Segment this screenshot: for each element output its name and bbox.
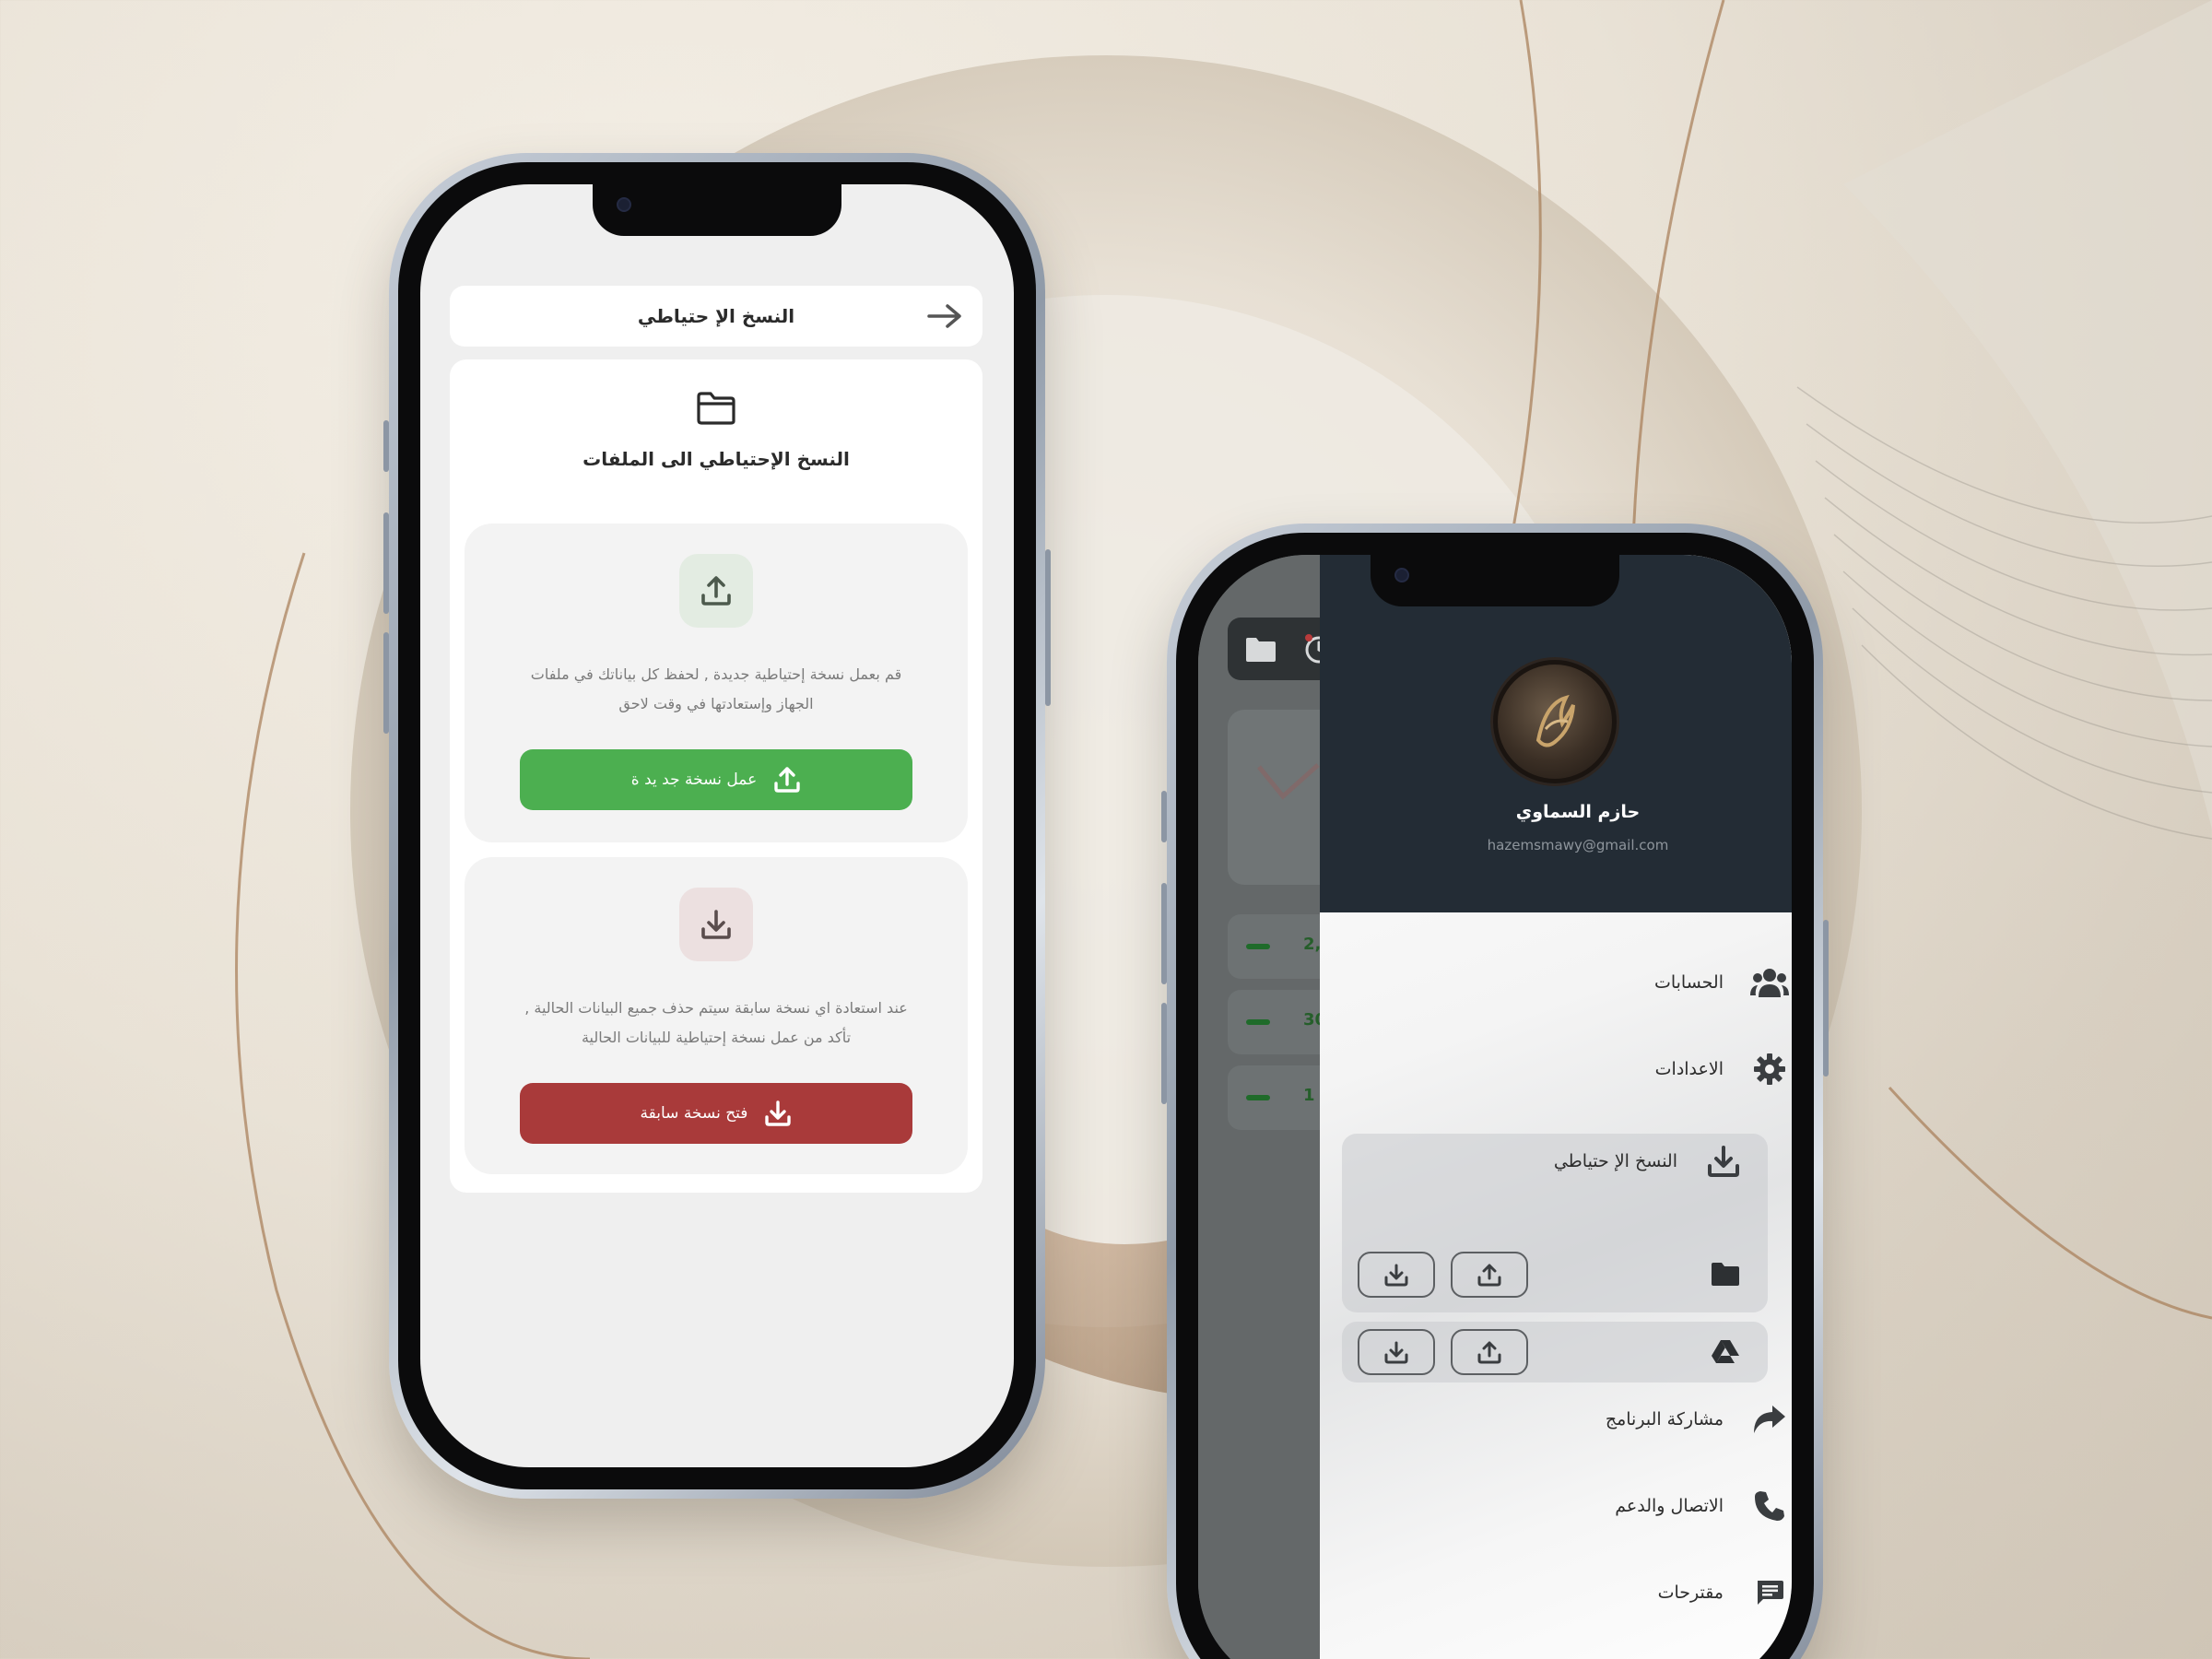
notch: [593, 184, 841, 236]
menu-item-label: مقترحات: [1657, 1583, 1724, 1603]
menu-item-accounts[interactable]: الحسابات: [1320, 955, 1792, 1010]
upload-icon: [1477, 1264, 1501, 1287]
camera-icon: [1394, 568, 1409, 582]
phone-icon: [1749, 1489, 1790, 1523]
create-backup-button[interactable]: عمل نسخة جد يد ة: [520, 749, 912, 810]
restore-backup-button[interactable]: فتح نسخة سابقة: [520, 1083, 912, 1144]
download-icon: [1703, 1145, 1744, 1178]
menu-item-label: مشاركة البرنامج: [1605, 1409, 1724, 1430]
phone-backup-screen: النسخ الإ حتياطي النسخ الإحتياطي الى الم…: [383, 153, 1051, 1499]
share-icon: [1749, 1404, 1790, 1435]
download-icon: [765, 1100, 792, 1126]
menu-item-label: الاعدادات: [1654, 1059, 1724, 1079]
drive-backup-upload-button[interactable]: [1451, 1329, 1528, 1375]
user-name: حازم السماوي: [1515, 802, 1641, 822]
google-drive-icon: [1711, 1338, 1740, 1368]
description-line: قم بعمل نسخة إحتياطية جديدة , لحفظ كل بي…: [530, 665, 902, 683]
menu-item-suggestions[interactable]: مقترحات: [1320, 1565, 1792, 1620]
message-icon: [1749, 1578, 1790, 1607]
row-indicator: [1246, 1095, 1270, 1100]
folder-icon: [1246, 638, 1276, 662]
drawer-header: حازم السماوي hazemsmawy@gmail.com: [1320, 555, 1792, 912]
phone-drawer-screen: 2, 30 1 حازم السماوي hazemsmawy@gmail.co…: [1161, 524, 1829, 1659]
create-backup-description: قم بعمل نسخة إحتياطية جديدة , لحفظ كل بي…: [501, 660, 931, 719]
drive-backup-row: [1342, 1322, 1768, 1382]
button-label: فتح نسخة سابقة: [640, 1104, 748, 1123]
phone-bezel: 2, 30 1 حازم السماوي hazemsmawy@gmail.co…: [1176, 533, 1814, 1659]
backup-card: النسخ الإحتياطي الى الملفات قم بعمل نسخة…: [450, 359, 982, 1193]
create-backup-section: قم بعمل نسخة إحتياطية جديدة , لحفظ كل بي…: [465, 524, 968, 842]
description-line: عند استعادة اي نسخة سابقة سيتم حذف جميع …: [524, 999, 908, 1017]
user-email: hazemsmawy@gmail.com: [1487, 837, 1669, 853]
backup-screen: النسخ الإ حتياطي النسخ الإحتياطي الى الم…: [420, 184, 1014, 1467]
restore-backup-description: عند استعادة اي نسخة سابقة سيتم حذف جميع …: [501, 994, 931, 1053]
card-title: النسخ الإحتياطي الى الملفات: [582, 448, 850, 470]
drive-backup-download-button[interactable]: [1358, 1329, 1435, 1375]
menu-item-label: الحسابات: [1653, 972, 1724, 993]
users-icon: [1749, 966, 1790, 999]
app-header: النسخ الإ حتياطي: [450, 286, 982, 347]
upload-icon: [701, 576, 731, 606]
drawer-screen: 2, 30 1 حازم السماوي hazemsmawy@gmail.co…: [1198, 555, 1792, 1659]
gear-icon: [1749, 1053, 1790, 1086]
upload-icon: [774, 767, 800, 793]
restore-backup-section: عند استعادة اي نسخة سابقة سيتم حذف جميع …: [465, 857, 968, 1174]
upload-icon: [1477, 1341, 1501, 1364]
description-line: الجهاز وإستعادتها في وقت لاحق: [618, 695, 814, 712]
menu-item-label: النسخ الإ حتياطي: [1553, 1151, 1677, 1171]
background-decoration: [235, 0, 2212, 1659]
notch: [1371, 555, 1619, 606]
backup-submenu: النسخ الإ حتياطي: [1342, 1134, 1768, 1312]
download-icon: [701, 910, 731, 939]
menu-item-backup[interactable]: النسخ الإ حتياطي: [1342, 1134, 1768, 1189]
phone-bezel: النسخ الإ حتياطي النسخ الإحتياطي الى الم…: [398, 162, 1036, 1489]
file-backup-upload-button[interactable]: [1451, 1252, 1528, 1298]
menu-item-label: الاتصال والدعم: [1615, 1496, 1724, 1516]
button-label: عمل نسخة جد يد ة: [630, 771, 758, 789]
dimmed-background-content: 2, 30 1: [1198, 555, 1357, 1659]
row-indicator: [1246, 944, 1270, 949]
folder-icon: [1711, 1261, 1740, 1290]
back-arrow-icon[interactable]: [927, 304, 962, 332]
camera-icon: [617, 197, 631, 212]
menu-item-share-app[interactable]: مشاركة البرنامج: [1320, 1392, 1792, 1447]
row-value: 2,: [1303, 935, 1322, 954]
description-line: تأكد من عمل نسخة إحتياطية للبيانات الحال…: [581, 1029, 852, 1046]
download-icon-box: [679, 888, 753, 961]
navigation-drawer: حازم السماوي hazemsmawy@gmail.com الحساب…: [1320, 555, 1792, 1659]
row-indicator: [1246, 1019, 1270, 1025]
download-icon: [1384, 1264, 1408, 1287]
avatar[interactable]: [1493, 660, 1617, 783]
file-backup-download-button[interactable]: [1358, 1252, 1435, 1298]
row-value: 1: [1303, 1086, 1315, 1105]
download-icon: [1384, 1341, 1408, 1364]
check-icon: [1257, 763, 1320, 800]
folder-icon: [696, 391, 736, 429]
calligraphy-logo-icon: [1535, 694, 1575, 747]
menu-item-contact-support[interactable]: الاتصال والدعم: [1320, 1478, 1792, 1534]
menu-item-settings[interactable]: الاعدادات: [1320, 1041, 1792, 1097]
page-title: النسخ الإ حتياطي: [637, 305, 795, 327]
upload-icon-box: [679, 554, 753, 628]
